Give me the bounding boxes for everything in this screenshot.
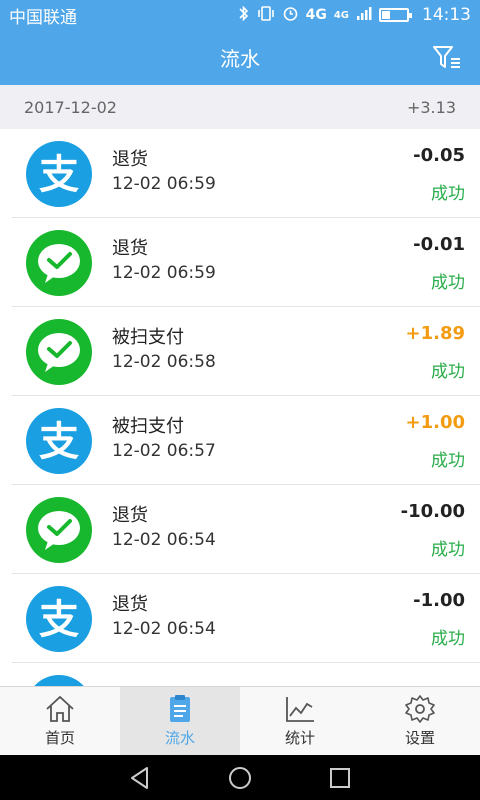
bluetooth-icon xyxy=(238,5,250,26)
transaction-row[interactable]: 退货 12-02 06:54 -10.00 成功 xyxy=(12,485,480,574)
transaction-row[interactable]: 支 退货 12-02 06:59 -0.05 成功 xyxy=(12,129,480,218)
section-date: 2017-12-02 xyxy=(24,97,117,117)
status-bar: 中国联通 4G 4G 14:13 xyxy=(0,0,480,30)
transaction-time: 12-02 06:54 xyxy=(112,530,216,550)
transaction-time: 12-02 06:57 xyxy=(112,441,216,461)
svg-text:支: 支 xyxy=(39,597,79,643)
tab-label: 首页 xyxy=(44,729,75,747)
section-total: +3.13 xyxy=(406,97,456,117)
transaction-name: 退货 xyxy=(112,594,148,615)
header: 流水 xyxy=(0,30,480,85)
svg-text:支: 支 xyxy=(39,152,79,198)
transaction-time: 12-02 06:59 xyxy=(112,263,216,283)
transaction-row-partial[interactable]: 支 xyxy=(12,663,480,686)
tab-home[interactable]: 首页 xyxy=(0,687,120,755)
alipay-icon: 支 xyxy=(26,141,92,207)
page-title: 流水 xyxy=(220,47,260,71)
transaction-amount: -0.01 xyxy=(413,234,465,255)
clipboard-icon xyxy=(170,695,190,722)
wechat-icon xyxy=(26,497,92,563)
tab-label: 流水 xyxy=(164,729,195,747)
signal-icon xyxy=(356,5,372,25)
system-nav-bar xyxy=(0,755,480,800)
bottom-tab-bar: 首页 流水 统计 设置 xyxy=(0,686,480,755)
transaction-name: 退货 xyxy=(112,238,148,259)
recent-apps-icon[interactable] xyxy=(327,765,353,791)
transaction-time: 12-02 06:54 xyxy=(112,619,216,639)
vibrate-icon xyxy=(257,5,275,26)
transaction-time: 12-02 06:58 xyxy=(112,352,216,372)
transaction-status: 成功 xyxy=(431,273,465,293)
transaction-amount: -1.00 xyxy=(413,590,465,611)
carrier-name: 中国联通 xyxy=(9,7,77,28)
alarm-icon xyxy=(282,5,299,26)
transaction-name: 被扫支付 xyxy=(112,416,184,437)
home-circle-icon[interactable] xyxy=(227,765,253,791)
transaction-time: 12-02 06:59 xyxy=(112,174,216,194)
filter-icon[interactable] xyxy=(432,44,462,72)
clock: 14:13 xyxy=(422,5,471,25)
back-icon[interactable] xyxy=(127,765,153,791)
wechat-icon xyxy=(26,319,92,385)
transaction-name: 退货 xyxy=(112,505,148,526)
transaction-status: 成功 xyxy=(431,184,465,204)
tab-settings[interactable]: 设置 xyxy=(360,687,480,755)
tab-transactions[interactable]: 流水 xyxy=(120,687,240,755)
transaction-amount: +1.00 xyxy=(405,412,466,433)
transaction-amount: +1.89 xyxy=(405,323,466,344)
transaction-status: 成功 xyxy=(431,629,465,649)
tab-label: 统计 xyxy=(284,729,315,747)
transaction-row[interactable]: 支 被扫支付 12-02 06:57 +1.00 成功 xyxy=(12,396,480,485)
tab-label: 设置 xyxy=(404,729,435,747)
transaction-row[interactable]: 退货 12-02 06:59 -0.01 成功 xyxy=(12,218,480,307)
alipay-icon: 支 xyxy=(26,586,92,652)
svg-text:支: 支 xyxy=(39,419,79,465)
transaction-name: 被扫支付 xyxy=(112,327,184,348)
transaction-row[interactable]: 支 退货 12-02 06:54 -1.00 成功 xyxy=(12,574,480,663)
network-label: 4G xyxy=(305,7,327,23)
chart-icon xyxy=(286,697,314,722)
transaction-amount: -10.00 xyxy=(400,501,465,522)
transaction-amount: -0.05 xyxy=(413,145,465,166)
transaction-status: 成功 xyxy=(431,540,465,560)
transaction-list[interactable]: 支 退货 12-02 06:59 -0.05 成功 退货 12-02 06:59… xyxy=(0,129,480,686)
home-icon xyxy=(46,695,74,722)
transaction-status: 成功 xyxy=(431,362,465,382)
alipay-icon: 支 xyxy=(26,675,92,686)
transaction-status: 成功 xyxy=(431,451,465,471)
battery-icon xyxy=(379,8,412,22)
alipay-icon: 支 xyxy=(26,408,92,474)
tab-statistics[interactable]: 统计 xyxy=(240,687,360,755)
wechat-icon xyxy=(26,230,92,296)
network-label-2: 4G xyxy=(333,9,349,21)
gear-icon xyxy=(405,695,435,723)
date-section-header: 2017-12-02 +3.13 xyxy=(0,85,480,129)
transaction-row[interactable]: 被扫支付 12-02 06:58 +1.89 成功 xyxy=(12,307,480,396)
transaction-name: 退货 xyxy=(112,149,148,170)
status-icons: 4G 4G 14:13 xyxy=(238,5,471,26)
